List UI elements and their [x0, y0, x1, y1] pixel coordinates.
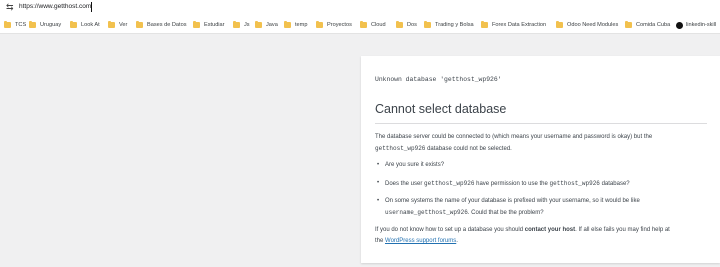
- error-message: Unknown database 'getthost_wp926': [375, 76, 502, 83]
- list-item: Does the user getthost_wp926 have permis…: [377, 178, 701, 190]
- error-heading: Cannot select database: [375, 102, 507, 116]
- folder-icon: [255, 21, 262, 28]
- folder-icon: [70, 21, 77, 28]
- list-item: Are you sure it exists?: [377, 160, 701, 171]
- bookmark-label: Proyectos: [327, 22, 352, 28]
- bookmark-label: Estudiar: [204, 22, 225, 28]
- folder-icon: [316, 21, 323, 28]
- bookmark-label: Cloud: [371, 22, 386, 28]
- bookmarks-bar: TCS Uruguay Look At Ver Bases de Datos E…: [0, 16, 720, 34]
- folder-icon: [193, 21, 200, 28]
- bookmark-js[interactable]: Js: [233, 20, 250, 30]
- folder-icon: [29, 21, 36, 28]
- bookmark-label: Bases de Datos: [147, 22, 187, 28]
- folder-icon: [284, 21, 291, 28]
- address-bar[interactable]: ⇆ https://www.getthost.com: [0, 0, 720, 16]
- bookmark-cloud[interactable]: Cloud: [360, 20, 386, 30]
- folder-icon: [556, 21, 563, 28]
- error-panel: Unknown database 'getthost_wp926' Cannot…: [361, 56, 720, 263]
- github-icon: [676, 21, 683, 29]
- site-settings-icon[interactable]: ⇆: [6, 2, 16, 13]
- folder-icon: [424, 21, 431, 28]
- bookmark-label: Comida Cuba: [636, 22, 671, 28]
- folder-icon: [396, 21, 403, 28]
- bookmark-proyectos[interactable]: Proyectos: [316, 20, 352, 30]
- bookmark-label: linkedin-skill: [686, 22, 717, 28]
- bookmark-odoo-need-modules[interactable]: Odoo Need Modules: [556, 20, 618, 30]
- bookmark-label: Odoo Need Modules: [567, 22, 619, 28]
- divider: [375, 123, 707, 124]
- bookmark-label: Look At: [81, 22, 100, 28]
- bookmark-java[interactable]: Java: [255, 20, 278, 30]
- database-name: getthost_wp926: [375, 145, 426, 152]
- footer-paragraph: If you do not know how to set up a datab…: [375, 227, 670, 244]
- folder-icon: [4, 21, 11, 28]
- bookmark-forex-data-extraction[interactable]: Forex Data Extraction: [481, 20, 546, 30]
- bookmark-dos[interactable]: Dos: [396, 20, 417, 30]
- bookmark-estudiar[interactable]: Estudiar: [193, 20, 225, 30]
- folder-icon: [136, 21, 143, 28]
- bookmark-label: temp: [295, 22, 308, 28]
- bookmark-bases-de-datos[interactable]: Bases de Datos: [136, 20, 187, 30]
- folder-icon: [481, 21, 488, 28]
- text-cursor: [91, 2, 92, 12]
- url-field[interactable]: https://www.getthost.com: [19, 2, 91, 12]
- bookmark-tcs[interactable]: TCS: [4, 20, 26, 30]
- bookmark-label: Forex Data Extraction: [492, 22, 547, 28]
- bookmark-uruguay[interactable]: Uruguay: [29, 20, 61, 30]
- folder-icon: [233, 21, 240, 28]
- bookmark-temp[interactable]: temp: [284, 20, 307, 30]
- folder-icon: [625, 21, 632, 28]
- list-item: On some systems the name of your databas…: [377, 196, 701, 219]
- bookmark-label: Ver: [119, 22, 128, 28]
- bookmark-label: Java: [266, 22, 278, 28]
- bookmark-linkedin-skill[interactable]: linkedin-skill: [676, 20, 716, 30]
- intro-paragraph: The database server could be connected t…: [375, 134, 653, 152]
- bookmark-label: Uruguay: [40, 22, 62, 28]
- bookmark-trading-y-bolsa[interactable]: Trading y Bolsa: [424, 20, 474, 30]
- bookmark-comida-cuba[interactable]: Comida Cuba: [625, 20, 670, 30]
- folder-icon: [108, 21, 115, 28]
- bookmark-label: Trading y Bolsa: [435, 22, 474, 28]
- folder-icon: [360, 21, 367, 28]
- support-forums-link[interactable]: WordPress support forums: [385, 238, 456, 244]
- bookmark-ver[interactable]: Ver: [108, 20, 127, 30]
- bookmark-label: Js: [244, 22, 250, 28]
- bookmark-label: TCS: [15, 22, 27, 28]
- bookmark-look-at[interactable]: Look At: [70, 20, 100, 30]
- bookmark-label: Dos: [407, 22, 417, 28]
